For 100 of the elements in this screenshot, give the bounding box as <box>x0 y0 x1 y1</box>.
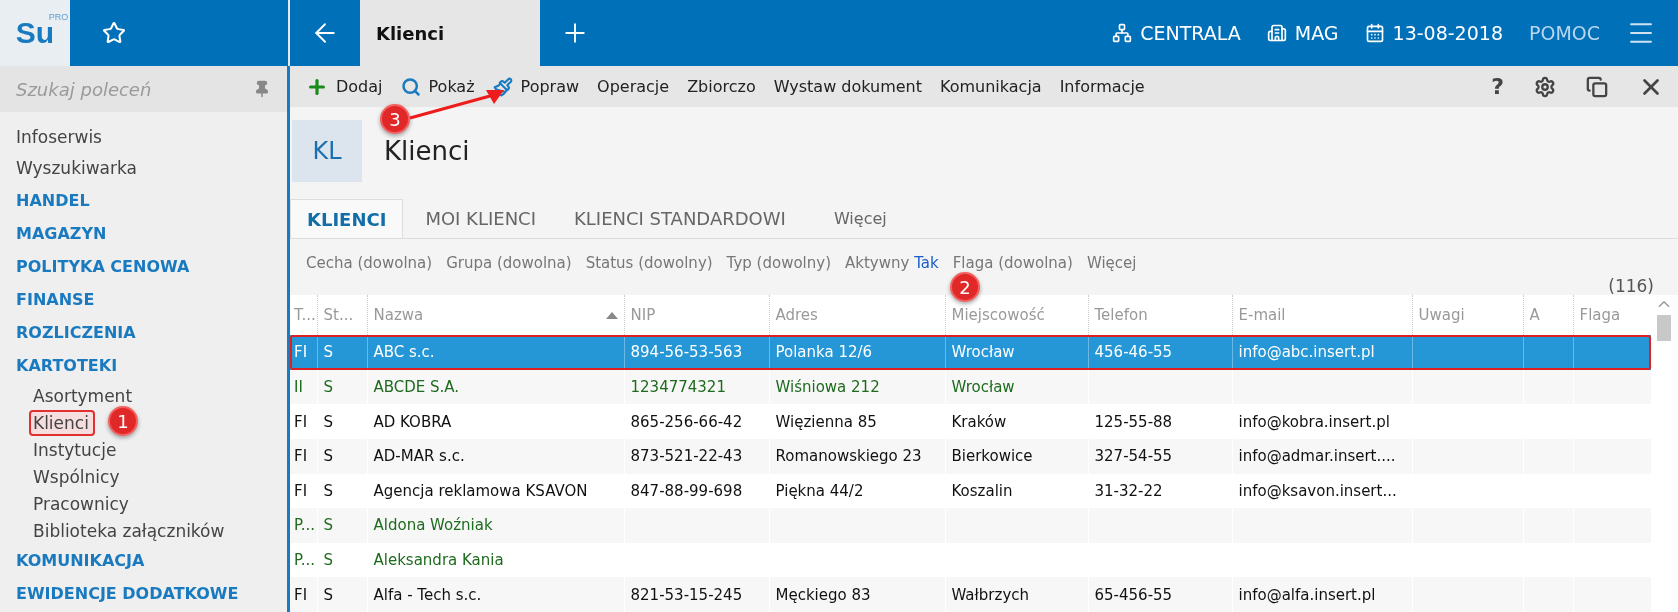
table-row[interactable]: II S ABCDE S.A. 1234774321 Wiśniowa 212 Wrocław <box>290 369 1651 405</box>
table-cell: S <box>317 335 367 370</box>
filter-button[interactable]: Grupa (dowolna) <box>446 254 572 272</box>
sidebar-section[interactable]: HANDEL <box>16 184 287 217</box>
search-field[interactable]: Szukaj poleceń <box>0 66 287 112</box>
toolbar-button[interactable]: Komunikacja <box>940 77 1042 96</box>
table-cell: ABC s.c. <box>367 335 624 370</box>
building-icon <box>1266 23 1287 43</box>
table-row[interactable]: P... S Aleksandra Kania <box>290 542 1651 578</box>
table-cell: S <box>317 508 367 543</box>
sidebar-item[interactable]: Wyszukiwarka <box>16 153 287 184</box>
top-bar-item[interactable]: CENTRALA <box>1112 22 1241 44</box>
filter-button[interactable]: Aktywny Tak <box>845 254 939 272</box>
top-bar-item[interactable]: MAG <box>1266 22 1339 44</box>
top-bar-item[interactable]: 13-08-2018 <box>1364 22 1503 44</box>
column-header[interactable]: Nazwa <box>367 295 624 335</box>
table-cell: Bierkowice <box>945 438 1088 474</box>
toolbar-button[interactable]: Dodaj <box>306 75 383 98</box>
sidebar-section[interactable]: KOMUNIKACJA <box>16 544 287 577</box>
sidebar-item[interactable]: Infoserwis <box>16 122 287 153</box>
table-cell: FI <box>290 404 317 439</box>
column-header[interactable]: A <box>1523 295 1573 335</box>
table-cell: info@abc.insert.pl <box>1232 335 1412 370</box>
table-cell: Aldona Woźniak <box>367 508 624 543</box>
column-header[interactable]: Flaga <box>1573 295 1651 335</box>
module-code: KL <box>292 120 362 182</box>
table-cell: S <box>317 404 367 439</box>
tab[interactable]: KLIENCI STANDARDOWI <box>558 199 802 238</box>
table-cell: AD KOBRA <box>367 404 624 439</box>
table-cell: 865-256-66-42 <box>624 404 769 439</box>
sidebar-section[interactable]: MAGAZYN <box>16 217 287 250</box>
table-row[interactable]: P... S Aldona Woźniak <box>290 508 1651 543</box>
column-header[interactable]: Miejscowość <box>945 295 1088 335</box>
table-cell: Polanka 12/6 <box>769 335 945 370</box>
table-cell: II <box>290 369 317 405</box>
table-cell: 873-521-22-43 <box>624 438 769 474</box>
sidebar-item[interactable]: Instytucje <box>29 437 123 463</box>
tab[interactable]: Więcej <box>817 199 903 238</box>
table-cell: Wałbrzych <box>945 577 1088 612</box>
settings-icon[interactable] <box>1534 75 1556 98</box>
table-cell: Męckiego 83 <box>769 577 945 612</box>
help-button[interactable]: ? <box>1491 74 1504 99</box>
window-tab[interactable]: Klienci <box>360 0 540 66</box>
pin-icon[interactable] <box>253 80 271 98</box>
top-bar-item[interactable]: POMOC <box>1528 22 1600 44</box>
table-cell: ABCDE S.A. <box>367 369 624 405</box>
table-cell: Piękna 44/2 <box>769 473 945 509</box>
sidebar-item[interactable]: Asortyment <box>29 383 139 409</box>
toolbar-button[interactable]: Operacje <box>597 77 670 96</box>
sidebar-section[interactable]: POLITYKA CENOWA <box>16 250 287 283</box>
column-header[interactable]: E-mail <box>1232 295 1412 335</box>
filter-button[interactable]: Więcej <box>1086 254 1137 272</box>
restore-icon[interactable] <box>1586 75 1608 98</box>
table-cell: 125-55-88 <box>1088 404 1232 439</box>
sidebar-section[interactable]: FINANSE <box>16 283 287 316</box>
table-cell: 894-56-53-563 <box>624 335 769 370</box>
table-cell: FI <box>290 438 317 474</box>
sidebar-item[interactable]: Wspólnicy <box>29 464 126 490</box>
sidebar-item[interactable]: Biblioteka załączników <box>29 518 231 544</box>
table-cell: S <box>317 369 367 405</box>
sidebar-item[interactable]: Klienci <box>29 410 95 436</box>
filter-button[interactable]: Status (dowolny) <box>585 254 713 272</box>
star-icon[interactable] <box>102 21 126 45</box>
table-cell: S <box>317 577 367 612</box>
tab[interactable]: MOI KLIENCI <box>409 199 552 238</box>
table-cell: Wiśniowa 212 <box>769 369 945 405</box>
table-row[interactable]: FI S Agencja reklamowa KSAVON 847-88-99-698 Piękna 44/2 Koszalin 31-32-22 info@ksavon.insert... <box>290 473 1651 509</box>
column-header[interactable]: Adres <box>769 295 945 335</box>
tab[interactable]: KLIENCI <box>290 199 404 238</box>
toolbar-button[interactable]: Zbiorczo <box>687 77 756 96</box>
table-cell: FI <box>290 577 317 612</box>
table-cell: info@admar.insert.... <box>1232 438 1412 474</box>
sidebar-section[interactable]: ROZLICZENIA <box>16 316 287 349</box>
table-cell: S <box>317 542 367 578</box>
table-row[interactable]: FI S Alfa - Tech s.c. 821-53-15-245 Męckiego 83 Wałbrzych 65-456-55 info@alfa.insert.pl <box>290 577 1651 612</box>
page-title: Klienci <box>384 136 470 166</box>
column-header[interactable]: Telefon <box>1088 295 1232 335</box>
table-cell: info@alfa.insert.pl <box>1232 577 1412 612</box>
table-row[interactable]: FI S AD KOBRA 865-256-66-42 Więzienna 85 Kraków 125-55-88 info@kobra.insert.pl <box>290 404 1651 439</box>
column-header[interactable]: St... <box>317 295 367 335</box>
table-row[interactable]: FI S AD-MAR s.c. 873-521-22-43 Romanowskiego 23 Bierkowice 327-54-55 info@admar.insert.... <box>290 438 1651 474</box>
toolbar-button[interactable]: Pokaż <box>400 76 475 97</box>
column-header[interactable]: Uwagi <box>1412 295 1523 335</box>
table-cell: Wrocław <box>945 369 1088 405</box>
scrollbar-thumb[interactable] <box>1656 315 1671 341</box>
table-cell: 1234774321 <box>624 369 769 405</box>
table-cell: 327-54-55 <box>1088 438 1232 474</box>
table-cell: 31-32-22 <box>1088 473 1232 509</box>
toolbar-button[interactable]: Wystaw dokument <box>773 77 922 96</box>
toolbar-button[interactable]: Informacje <box>1059 77 1145 96</box>
column-header[interactable]: T... <box>290 295 317 335</box>
filter-button[interactable]: Cecha (dowolna) <box>306 254 433 272</box>
table-row[interactable]: FI S ABC s.c. 894-56-53-563 Polanka 12/6 Wrocław 456-46-55 info@abc.insert.pl <box>290 335 1651 370</box>
sidebar-section[interactable]: EWIDENCJE DODATKOWE <box>16 577 287 610</box>
filter-button[interactable]: Typ (dowolny) <box>726 254 831 272</box>
sidebar-section[interactable]: KARTOTEKI <box>16 349 287 382</box>
sidebar-item[interactable]: Pracownicy <box>29 491 135 517</box>
column-header[interactable]: NIP <box>624 295 769 335</box>
filter-button[interactable]: Flaga (dowolna) <box>952 254 1073 272</box>
table-cell: 821-53-15-245 <box>624 577 769 612</box>
